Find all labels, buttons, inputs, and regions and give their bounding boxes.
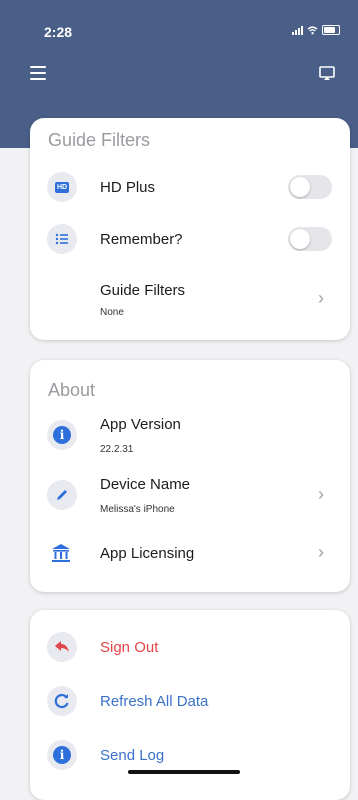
wifi-icon bbox=[307, 25, 318, 34]
signal-icon bbox=[292, 25, 303, 35]
app-version-row: i App Version 22.2.31 bbox=[30, 410, 350, 462]
chevron-right-icon: › bbox=[318, 542, 324, 562]
guide-filters-title: Guide Filters bbox=[48, 130, 151, 150]
home-indicator bbox=[128, 770, 240, 774]
sign-out-label: Sign Out bbox=[100, 639, 159, 656]
refresh-icon bbox=[47, 686, 77, 716]
chevron-right-icon: › bbox=[318, 484, 324, 504]
device-name-row[interactable]: Device Name Melissa's iPhone › bbox=[30, 470, 350, 522]
refresh-label: Refresh All Data bbox=[100, 693, 209, 710]
app-version-value: 22.2.31 bbox=[100, 444, 134, 455]
device-name-value: Melissa's iPhone bbox=[100, 504, 175, 515]
status-bar: 2:28 bbox=[0, 0, 358, 60]
sign-out-icon bbox=[47, 632, 77, 662]
remember-row: Remember? bbox=[30, 214, 350, 264]
chevron-right-icon: › bbox=[318, 288, 324, 308]
info-icon: i bbox=[47, 420, 77, 450]
status-time: 2:28 bbox=[44, 24, 73, 40]
guide-filters-card: Guide Filters HD HD Plus Remember? Guide… bbox=[30, 118, 350, 340]
guide-filters-row[interactable]: Guide Filters None › bbox=[30, 270, 350, 326]
bank-icon bbox=[50, 542, 72, 569]
about-title: About bbox=[48, 380, 96, 400]
pencil-icon bbox=[47, 480, 77, 510]
hd-plus-label: HD Plus bbox=[100, 179, 156, 196]
remember-toggle[interactable] bbox=[288, 227, 332, 251]
guide-filters-value: None bbox=[100, 307, 124, 318]
status-icons bbox=[292, 25, 340, 35]
sign-out-row[interactable]: Sign Out bbox=[30, 622, 350, 672]
hd-icon: HD bbox=[47, 172, 77, 202]
hd-plus-toggle[interactable] bbox=[288, 175, 332, 199]
remember-label: Remember? bbox=[100, 231, 183, 248]
send-log-label: Send Log bbox=[100, 747, 165, 764]
device-name-label: Device Name bbox=[100, 476, 191, 493]
info-icon: i bbox=[47, 740, 77, 770]
hd-plus-row: HD HD Plus bbox=[30, 162, 350, 212]
guide-filters-label: Guide Filters bbox=[100, 282, 186, 299]
cast-icon[interactable] bbox=[318, 64, 336, 82]
battery-icon bbox=[322, 25, 340, 35]
list-icon bbox=[47, 224, 77, 254]
app-version-label: App Version bbox=[100, 416, 181, 433]
refresh-row[interactable]: Refresh All Data bbox=[30, 676, 350, 726]
app-licensing-row[interactable]: App Licensing › bbox=[30, 528, 350, 578]
menu-button[interactable] bbox=[30, 66, 46, 80]
about-card: About i App Version 22.2.31 Device Name … bbox=[30, 360, 350, 592]
hd-icon-text: HD bbox=[55, 181, 69, 193]
app-licensing-label: App Licensing bbox=[100, 545, 195, 562]
